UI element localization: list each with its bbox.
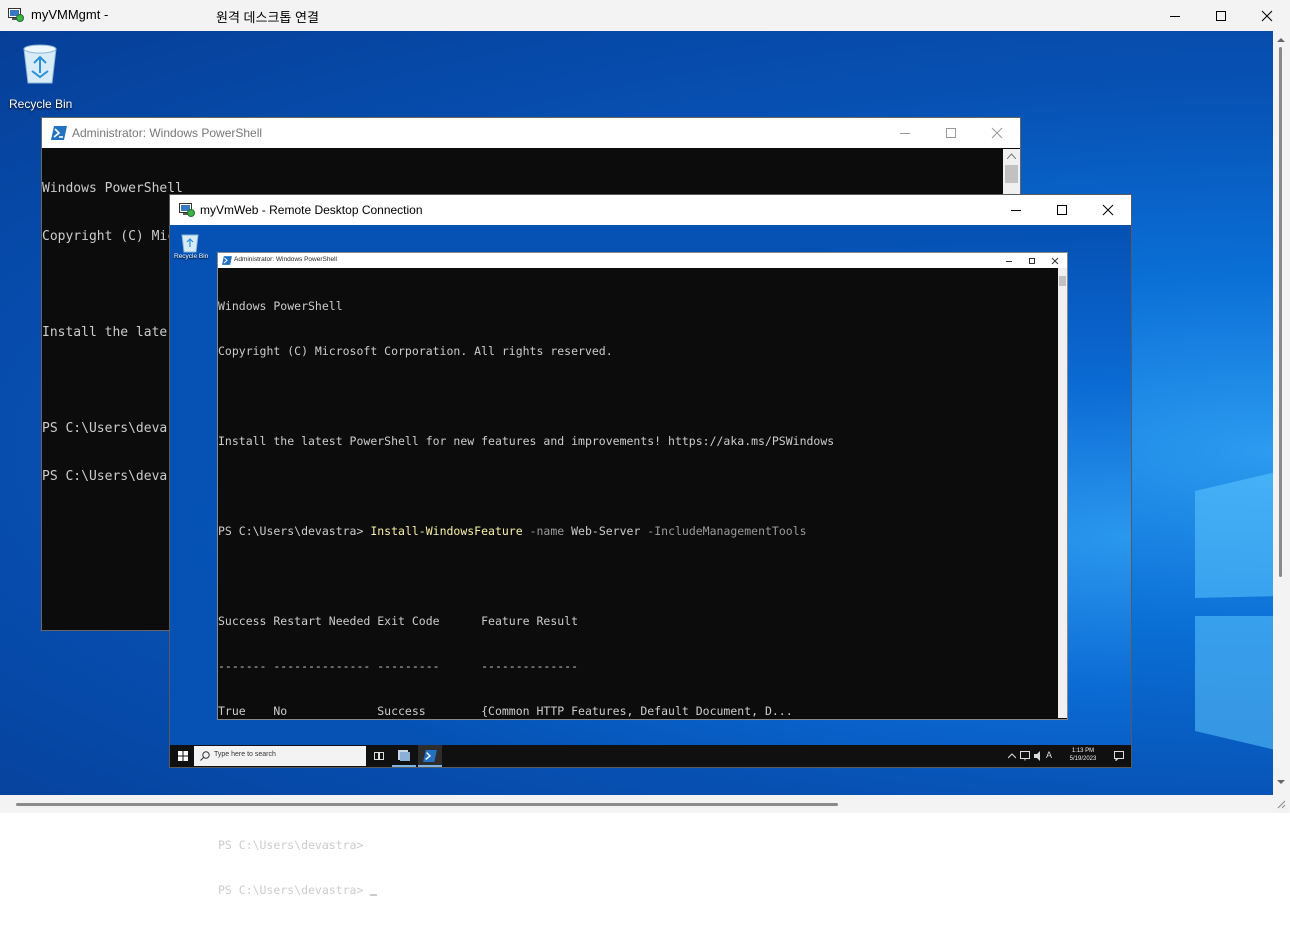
- taskbar-powershell[interactable]: [418, 745, 442, 767]
- rdp-minimize-button[interactable]: [993, 195, 1039, 225]
- remote-desktop-icon: [8, 8, 24, 22]
- command-param: -name: [522, 524, 565, 538]
- close-icon: [1261, 10, 1273, 21]
- console-line: PS C:\Users\devastra>: [218, 838, 364, 852]
- console-line: Windows PowerShell: [218, 299, 343, 313]
- ps1-title-bar[interactable]: Administrator: Windows PowerShell: [42, 118, 1020, 148]
- powershell-window-inner[interactable]: Administrator: Windows PowerShell Window…: [217, 252, 1068, 897]
- maximize-icon: [1057, 205, 1067, 215]
- prompt: PS C:\Users\devastra>: [218, 883, 364, 897]
- scroll-up-icon: [1007, 153, 1016, 159]
- taskbar-clock[interactable]: 1:13 PM 5/19/2023: [1058, 747, 1108, 763]
- outer-title-bar[interactable]: myVMMgmt - 원격 데스크톱 연결: [0, 0, 1290, 32]
- prompt: PS C:\Users\devastra>: [218, 524, 371, 538]
- command-arg: Web-Server: [564, 524, 641, 538]
- rdp-window[interactable]: myVmWeb - Remote Desktop Connection Recy…: [169, 194, 1132, 897]
- powershell-icon: [423, 750, 437, 762]
- server-manager-icon: [398, 750, 410, 761]
- outer-window-title-suffix: 원격 데스크톱 연결: [216, 10, 319, 25]
- maximize-button[interactable]: [1198, 0, 1244, 31]
- clock-date: 5/19/2023: [1069, 756, 1097, 762]
- taskbar-server-manager[interactable]: [392, 745, 416, 767]
- scroll-down-icon[interactable]: [1277, 779, 1285, 785]
- ps2-scroll-thumb[interactable]: [1059, 276, 1066, 286]
- console-line: Install the latest PowerShell for new fe…: [218, 434, 835, 448]
- volume-icon[interactable]: [1034, 751, 1044, 761]
- maximize-icon: [1216, 10, 1226, 21]
- powershell-icon: [222, 256, 232, 265]
- rdp-title: myVmWeb - Remote Desktop Connection: [200, 203, 423, 217]
- rdp-recycle-bin-shortcut[interactable]: Recycle Bin: [172, 229, 209, 265]
- task-view-icon[interactable]: [374, 751, 384, 761]
- start-icon[interactable]: [178, 751, 188, 761]
- network-icon[interactable]: [1020, 751, 1030, 761]
- ps1-title: Administrator: Windows PowerShell: [72, 126, 263, 140]
- rdp-title-bar[interactable]: myVmWeb - Remote Desktop Connection: [170, 195, 1131, 225]
- command-param: -IncludeManagementTools: [640, 524, 807, 538]
- table-header: Success Restart Needed Exit Code Feature…: [218, 614, 579, 628]
- ps1-close-button[interactable]: [974, 118, 1020, 148]
- ps1-scroll-thumb[interactable]: [1005, 165, 1018, 183]
- search-placeholder: Type here to search: [214, 751, 276, 758]
- minimize-icon: [1011, 210, 1021, 211]
- maximize-icon[interactable]: [1028, 257, 1036, 265]
- close-button[interactable]: [1244, 0, 1290, 31]
- table-separator: ------- -------------- --------- -------…: [218, 659, 579, 673]
- rdp-close-button[interactable]: [1085, 195, 1131, 225]
- table-row: True No Success {Common HTTP Features, D…: [218, 704, 793, 718]
- ps2-title-bar[interactable]: Administrator: Windows PowerShell: [218, 253, 1067, 268]
- outer-window-title: myVMMgmt -: [31, 7, 109, 22]
- rdp-taskbar: Type here to search A 1:13 PM 5/19/2023: [170, 745, 1131, 767]
- recycle-bin-shortcut[interactable]: Recycle Bin: [8, 39, 73, 111]
- chevron-up-icon[interactable]: [1008, 753, 1016, 759]
- text-cursor: [370, 894, 378, 896]
- search-icon: [200, 751, 210, 761]
- command-name: Install-WindowsFeature: [370, 524, 523, 538]
- outer-horizontal-scrollbar[interactable]: [0, 795, 1273, 813]
- remote-desktop-icon: [179, 203, 195, 217]
- minimize-icon: [900, 133, 910, 134]
- ps2-title: Administrator: Windows PowerShell: [234, 256, 337, 263]
- scroll-up-icon[interactable]: [1277, 37, 1285, 43]
- close-icon: [991, 127, 1003, 139]
- resize-grip[interactable]: [1273, 795, 1290, 813]
- rdp-recycle-bin-label: Recycle Bin: [174, 253, 209, 260]
- notification-icon[interactable]: [1114, 751, 1124, 761]
- outer-vertical-scrollbar[interactable]: [1273, 31, 1290, 795]
- clock-time: 1:13 PM: [1071, 748, 1095, 754]
- recycle-bin-icon: [181, 234, 199, 253]
- rdp-maximize-button[interactable]: [1039, 195, 1085, 225]
- console-line: Copyright (C) Microsoft Corporation. All…: [218, 344, 613, 358]
- outer-hscroll-thumb[interactable]: [16, 803, 838, 806]
- minimize-icon: [1170, 15, 1180, 17]
- close-icon: [1102, 204, 1114, 216]
- close-icon[interactable]: [1051, 257, 1059, 265]
- console-command-line: PS C:\Users\devastra> Install-WindowsFea…: [218, 524, 834, 539]
- maximize-icon: [946, 128, 956, 138]
- console-active-line[interactable]: PS C:\Users\devastra>: [218, 883, 834, 898]
- powershell-icon: [51, 126, 67, 140]
- resize-grip-icon: [1277, 800, 1286, 809]
- ps2-console-output: Windows PowerShell Copyright (C) Microso…: [218, 269, 834, 928]
- outer-vscroll-thumb[interactable]: [1279, 47, 1282, 577]
- minimize-button[interactable]: [1152, 0, 1198, 31]
- ps1-minimize-button[interactable]: [882, 118, 928, 148]
- ime-indicator[interactable]: A: [1046, 750, 1052, 760]
- taskbar-search-box[interactable]: Type here to search: [194, 746, 366, 766]
- ps1-maximize-button[interactable]: [928, 118, 974, 148]
- recycle-bin-label: Recycle Bin: [9, 97, 73, 111]
- recycle-bin-icon: [23, 44, 57, 84]
- wallpaper-logo: [1195, 472, 1273, 750]
- minimize-icon[interactable]: [1005, 257, 1013, 265]
- ps2-scrollbar[interactable]: [1058, 268, 1067, 718]
